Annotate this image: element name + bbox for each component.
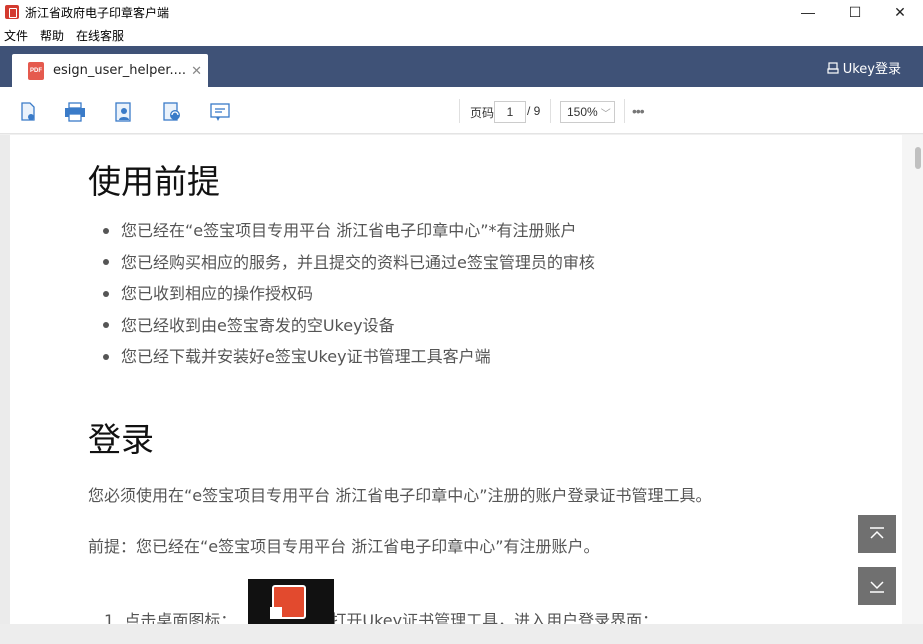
list-item: 您已收到相应的操作授权码 [103,278,595,310]
ukey-icon [827,61,839,74]
arrow-to-bottom-icon [870,581,884,593]
more-options-button[interactable]: ••• [632,103,645,119]
scroll-thumb[interactable] [915,147,921,169]
tab-close-icon[interactable]: ✕ [191,63,202,79]
zoom-value: 150% [567,105,598,119]
document-viewer[interactable]: 使用前提 您已经在“e签宝项目专用平台 浙江省电子印章中心”*有注册账户 您已经… [0,135,923,624]
heading-prerequisites: 使用前提 [88,162,220,201]
refresh-cert-icon[interactable] [161,101,183,123]
print-icon[interactable] [64,101,86,123]
arrow-to-top-icon [870,527,884,539]
close-window-button[interactable]: ✕ [877,0,923,24]
page-total: / 9 [527,104,541,118]
title-bar: 浙江省政府电子印章客户端 — ☐ ✕ [0,0,923,24]
tab-label: esign_user_helper.... [53,63,187,78]
list-item: 您已经购买相应的服务，并且提交的资料已通过e签宝管理员的审核 [103,247,595,279]
document-page: 使用前提 您已经在“e签宝项目专用平台 浙江省电子印章中心”*有注册账户 您已经… [10,135,902,624]
document-settings-icon[interactable] [17,101,39,123]
bottom-bar [0,624,923,644]
pdf-file-icon: PDF [28,61,44,80]
list-item: 您已经下载并安装好e签宝Ukey证书管理工具客户端 [103,341,595,373]
toolbar-divider [550,99,551,123]
comment-icon[interactable] [209,101,231,123]
user-badge-icon[interactable] [113,101,135,123]
page-label: 页码 [470,106,495,120]
heading-login: 登录 [88,420,154,459]
menu-online-service[interactable]: 在线客服 [72,27,132,44]
minimize-button[interactable]: — [785,0,831,24]
tab-document[interactable]: PDF esign_user_helper.... ✕ [12,54,208,87]
ukey-login-button[interactable]: Ukey登录 [827,58,901,77]
chevron-down-icon: ﹀ [600,108,611,120]
step-1: 1. 点击桌面图标： 打开Ukey证书管理工具，进入用户登录界面： [104,607,658,624]
tab-bar: PDF esign_user_helper.... ✕ Ukey登录 [0,46,923,87]
menu-bar: 文件 帮助 在线客服 [0,24,923,46]
list-item: 您已经在“e签宝项目专用平台 浙江省电子印章中心”*有注册账户 [103,215,595,247]
login-paragraph: 您必须使用在“e签宝项目专用平台 浙江省电子印章中心”注册的账户登录证书管理工具… [88,486,712,505]
toolbar-divider [459,99,460,123]
step-1-text-a: 1. 点击桌面图标： [104,611,237,624]
menu-help[interactable]: 帮助 [36,27,72,44]
prerequisite-list: 您已经在“e签宝项目专用平台 浙江省电子印章中心”*有注册账户 您已经购买相应的… [103,215,595,373]
vertical-scrollbar[interactable] [902,135,923,624]
list-item: 您已经收到由e签宝寄发的空Ukey设备 [103,310,595,342]
step-1-text-b: 打开Ukey证书管理工具，进入用户登录界面： [330,611,659,624]
zoom-select[interactable]: 150% ﹀ [560,101,615,123]
shortcut-arrow-icon [270,607,282,619]
app-logo-icon [5,5,19,19]
maximize-button[interactable]: ☐ [832,0,878,24]
page-number-input[interactable]: 1 [494,101,526,123]
menu-file[interactable]: 文件 [0,27,36,44]
toolbar-divider [624,99,625,123]
desktop-shortcut-image [248,579,334,624]
prerequisite-paragraph: 前提：您已经在“e签宝项目专用平台 浙江省电子印章中心”有注册账户。 [88,537,600,556]
scroll-to-bottom-button[interactable] [858,567,896,605]
ukey-login-label: Ukey登录 [842,62,901,77]
window-title: 浙江省政府电子印章客户端 [25,5,170,20]
toolbar: 页码 1 / 9 150% ﹀ ••• [0,87,923,134]
scroll-to-top-button[interactable] [858,515,896,553]
